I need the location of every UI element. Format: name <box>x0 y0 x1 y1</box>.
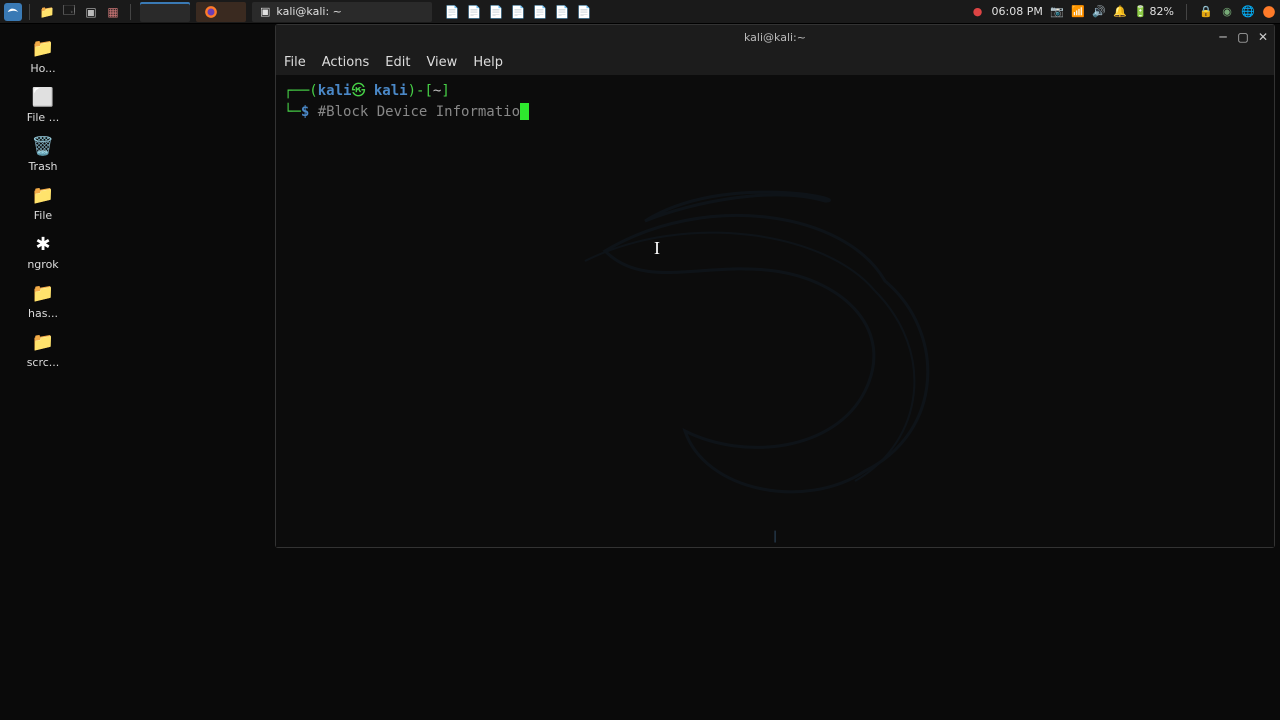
doc-icon[interactable]: 📄 <box>486 2 506 22</box>
desktop-icon-scrc[interactable]: 📁 scrc... <box>8 328 78 371</box>
maximize-button[interactable]: ▢ <box>1236 30 1250 44</box>
desktop-icon-trash[interactable]: 🗑️ Trash <box>8 132 78 175</box>
battery-percent: 82% <box>1150 5 1174 18</box>
globe-icon[interactable]: 🌐 <box>1241 5 1255 19</box>
bottom-hint: │ <box>772 530 778 545</box>
desktop-icon-label: Trash <box>28 160 57 173</box>
battery-icon: 🔋 <box>1134 5 1148 18</box>
prompt-line-2: └─$ #Block Device Informatio <box>284 102 1266 123</box>
clock[interactable]: 06:08 PM <box>992 5 1043 18</box>
doc-icon[interactable]: 📄 <box>508 2 528 22</box>
folder-icon: 📁 <box>27 36 59 60</box>
menu-help[interactable]: Help <box>473 55 503 70</box>
doc-icon[interactable]: 📄 <box>464 2 484 22</box>
doc-icon[interactable]: 📄 <box>552 2 572 22</box>
folder-icon: 📁 <box>27 281 59 305</box>
file-icon: ⬜ <box>27 85 59 109</box>
taskbar-item-label: kali@kali: ~ <box>276 5 341 18</box>
window-controls: ─ ▢ ✕ <box>1216 30 1270 44</box>
desktop-icon-label: ngrok <box>27 258 58 271</box>
terminal-taskbar-icon: ▣ <box>260 5 270 18</box>
desktop-icon-file2[interactable]: 📁 File <box>8 181 78 224</box>
volume-icon[interactable]: 🔊 <box>1092 5 1106 19</box>
prompt-host: kali <box>374 83 408 99</box>
doc-icon[interactable]: 📄 <box>530 2 550 22</box>
taskbar-item-firefox[interactable] <box>196 2 246 22</box>
desktop-icon-file[interactable]: ⬜ File ... <box>8 83 78 126</box>
separator <box>29 4 30 20</box>
panel-left: 📁 🗔 ▣ ▦ ▣ kali@kali: ~ 📄 📄 📄 📄 📄 📄 📄 <box>4 2 594 22</box>
wifi-icon[interactable]: 📶 <box>1071 5 1085 19</box>
desktop-icon-label: File <box>34 209 52 222</box>
terminal-body[interactable]: ┌──(kali㉿ kali)-[~] └─$ #Block Device In… <box>276 75 1274 547</box>
taskbar-item-unknown[interactable] <box>140 2 190 22</box>
menu-file[interactable]: File <box>284 55 306 70</box>
folder-panel-icon[interactable]: 📁 <box>37 2 57 22</box>
gear-icon: ✱ <box>27 232 59 256</box>
desktop-icon-label: Ho... <box>30 62 55 75</box>
prompt-command: #Block Device Informatio <box>318 104 520 120</box>
taskbar-item-terminal[interactable]: ▣ kali@kali: ~ <box>252 2 432 22</box>
prompt-line-1: ┌──(kali㉿ kali)-[~] <box>284 81 1266 102</box>
prompt-user: kali <box>318 83 352 99</box>
chrome-tray-icon[interactable]: ◉ <box>1220 5 1234 19</box>
desktop-icon-home[interactable]: 📁 Ho... <box>8 34 78 77</box>
trash-icon: 🗑️ <box>27 134 59 158</box>
menubar: File Actions Edit View Help <box>276 49 1274 75</box>
desktop-icon-label: has... <box>28 307 58 320</box>
folder-icon: 📁 <box>27 330 59 354</box>
window-title: kali@kali:~ <box>744 31 806 44</box>
text-cursor-ibeam: I <box>654 235 660 262</box>
kali-menu-icon[interactable] <box>4 3 22 21</box>
desktop-icon-label: File ... <box>27 111 59 124</box>
menu-edit[interactable]: Edit <box>385 55 410 70</box>
file-manager-icon[interactable]: 🗔 <box>59 2 79 22</box>
separator <box>130 4 131 20</box>
record-icon[interactable]: ● <box>971 5 985 19</box>
notification-icon[interactable]: 🔔 <box>1113 5 1127 19</box>
separator <box>1186 4 1187 20</box>
firefox-tray-icon[interactable] <box>1262 5 1276 19</box>
terminal-window: kali@kali:~ ─ ▢ ✕ File Actions Edit View… <box>275 24 1275 548</box>
kali-dragon-bg <box>525 131 1025 531</box>
minimize-button[interactable]: ─ <box>1216 30 1230 44</box>
desktop-icon-label: scrc... <box>27 356 60 369</box>
apps-panel-icon[interactable]: ▦ <box>103 2 123 22</box>
menu-actions[interactable]: Actions <box>322 55 370 70</box>
doc-icon[interactable]: 📄 <box>574 2 594 22</box>
doc-icon[interactable]: 📄 <box>442 2 462 22</box>
battery-indicator[interactable]: 🔋 82% <box>1134 5 1174 18</box>
menu-view[interactable]: View <box>426 55 457 70</box>
panel-right: ● 06:08 PM 📷 📶 🔊 🔔 🔋 82% 🔒 ◉ 🌐 <box>971 4 1276 20</box>
terminal-panel-icon[interactable]: ▣ <box>81 2 101 22</box>
camera-icon[interactable]: 📷 <box>1050 5 1064 19</box>
top-panel: 📁 🗔 ▣ ▦ ▣ kali@kali: ~ 📄 📄 📄 📄 📄 📄 📄 ● 0… <box>0 0 1280 24</box>
desktop: 📁 Ho... ⬜ File ... 🗑️ Trash 📁 File ✱ ngr… <box>0 24 270 387</box>
desktop-icon-has[interactable]: 📁 has... <box>8 279 78 322</box>
terminal-cursor <box>520 103 529 120</box>
lock-icon[interactable]: 🔒 <box>1199 5 1213 19</box>
desktop-icon-ngrok[interactable]: ✱ ngrok <box>8 230 78 273</box>
close-button[interactable]: ✕ <box>1256 30 1270 44</box>
window-titlebar[interactable]: kali@kali:~ ─ ▢ ✕ <box>276 25 1274 49</box>
folder-icon: 📁 <box>27 183 59 207</box>
